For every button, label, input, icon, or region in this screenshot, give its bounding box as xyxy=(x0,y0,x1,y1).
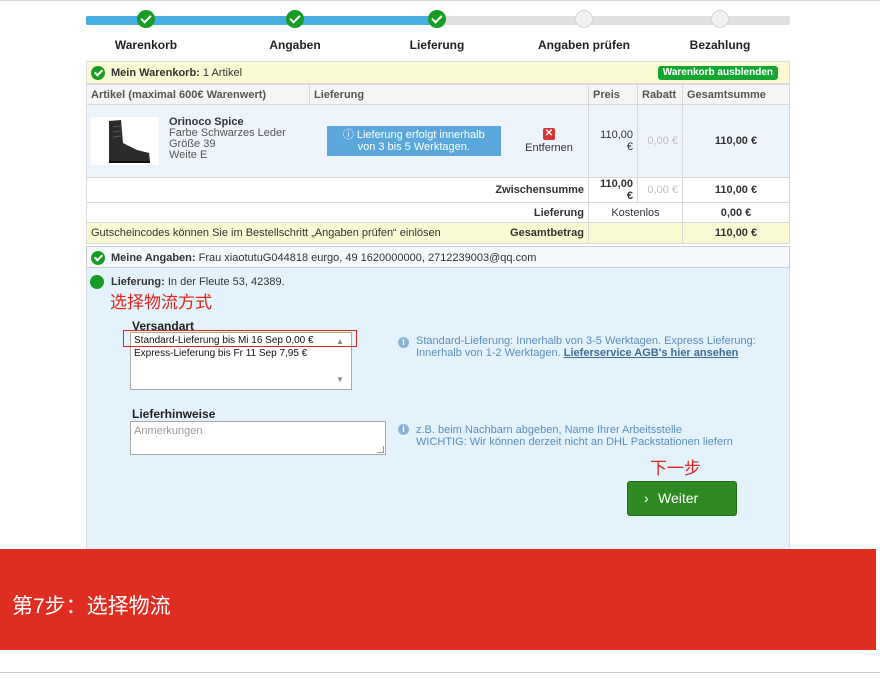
my-data-value: Frau xiaotutuG044818 eurgo, 49 162000000… xyxy=(198,252,537,264)
voucher-note: Gutscheincodes können Sie im Bestellschr… xyxy=(91,227,441,239)
delivery-cell: ⓘ Lieferung erfolgt innerhalb von 3 bis … xyxy=(309,104,589,178)
info-icon: i xyxy=(398,337,409,348)
item-price: 110,00 € xyxy=(588,104,638,178)
delivery-notes-hint-1: z.B. beim Nachbarn abgeben, Name Ihrer A… xyxy=(416,424,682,436)
delivery-info-line1: Lieferung erfolgt innerhalb xyxy=(356,129,485,141)
cart-count: 1 Artikel xyxy=(202,67,243,79)
step-banner-text: 第7步：选择物流 xyxy=(12,595,171,618)
delivery-info-line2: von 3 bis 5 Werktagen. xyxy=(357,141,470,153)
col-article: Artikel (maximal 600€ Warenwert) xyxy=(86,84,310,105)
circle-icon xyxy=(575,10,593,28)
delivery-address-value: In der Fleute 53, 42389. xyxy=(167,276,285,288)
col-discount: Rabatt xyxy=(637,84,683,105)
shipping-method-hint: Standard-Lieferung: Innerhalb von 3-5 We… xyxy=(416,335,766,359)
grand-total-label: Gesamtbetrag xyxy=(510,227,584,239)
shipping-value: Kostenlos xyxy=(588,202,683,223)
check-icon xyxy=(91,251,105,265)
step-label: Warenkorb xyxy=(114,38,178,52)
my-data-header: Meine Angaben: Frau xiaotutuG044818 eurg… xyxy=(86,246,790,268)
step-label: Angaben prüfen xyxy=(538,38,630,52)
delivery-address: Lieferung: In der Fleute 53, 42389. xyxy=(111,276,285,288)
progress-track-todo xyxy=(442,16,790,25)
close-icon[interactable]: ✕ xyxy=(543,128,555,140)
annotation-select-shipping: 选择物流方式 xyxy=(110,293,212,312)
circle-icon xyxy=(711,10,729,28)
subtotal-total: 110,00 € xyxy=(682,177,790,203)
subtotal-discount: 0,00 € xyxy=(637,177,683,203)
subtotal-price: 110,00 € xyxy=(588,177,638,203)
check-icon xyxy=(286,10,304,28)
annotation-next-step: 下一步 xyxy=(650,459,701,478)
product-image[interactable] xyxy=(91,117,159,165)
cart-table: Artikel (maximal 600€ Warenwert) Lieferu… xyxy=(86,84,790,244)
shipping-label: Lieferung xyxy=(86,202,589,223)
delivery-notes-hint: z.B. beim Nachbarn abgeben, Name Ihrer A… xyxy=(416,424,766,448)
grand-total-row: Gutscheincodes können Sie im Bestellschr… xyxy=(86,222,790,244)
col-total: Gesamtsumme xyxy=(682,84,790,105)
chevron-right-icon: › xyxy=(644,490,649,506)
table-row: Orinoco Spice Farbe Schwarzes Leder Größ… xyxy=(86,104,790,178)
item-total: 110,00 € xyxy=(682,104,790,178)
shipping-option-express[interactable]: Express-Lieferung bis Fr 11 Sep 7,95 € xyxy=(134,348,307,359)
step-label: Angaben xyxy=(269,38,321,52)
info-icon: ⓘ xyxy=(342,129,354,141)
product-width: Weite E xyxy=(169,149,208,161)
item-discount: 0,00 € xyxy=(637,104,683,178)
subtotal-row: Zwischensumme 110,00 € 0,00 € 110,00 € xyxy=(86,177,790,203)
agb-link[interactable]: Lieferservice AGB's hier ansehen xyxy=(564,347,739,359)
check-icon xyxy=(137,10,155,28)
shipping-total: 0,00 € xyxy=(682,202,790,223)
col-price: Preis xyxy=(588,84,638,105)
grand-total-cell: Gutscheincodes können Sie im Bestellschr… xyxy=(86,222,589,244)
col-delivery: Lieferung xyxy=(309,84,589,105)
delivery-notes-input[interactable]: Anmerkungen xyxy=(130,421,386,455)
hide-cart-button[interactable]: Warenkorb ausblenden xyxy=(657,66,778,80)
active-step-icon xyxy=(90,275,104,289)
checkout-progress: Warenkorb Angaben Lieferung Angaben prüf… xyxy=(86,0,790,56)
my-data-text: Meine Angaben: Frau xiaotutuG044818 eurg… xyxy=(111,252,536,264)
cart-header: Mein Warenkorb: 1 Artikel Warenkorb ausb… xyxy=(86,61,790,84)
weiter-label: Weiter xyxy=(658,490,699,506)
resize-handle-icon[interactable] xyxy=(377,446,384,453)
selection-highlight xyxy=(123,330,357,347)
cart-title: Mein Warenkorb: 1 Artikel xyxy=(111,67,242,79)
weiter-button[interactable]: › Weiter xyxy=(627,481,737,516)
subtotal-label: Zwischensumme xyxy=(86,177,589,203)
scroll-up-icon[interactable]: ▲ xyxy=(336,337,344,346)
remove-button[interactable]: ✕ Entfernen xyxy=(514,128,584,154)
step-banner: 第7步：选择物流 xyxy=(0,549,876,650)
cart-table-header: Artikel (maximal 600€ Warenwert) Lieferu… xyxy=(86,84,790,105)
grand-total-empty xyxy=(588,222,683,244)
delivery-notes-label: Lieferhinweise xyxy=(132,407,216,421)
delivery-info: ⓘ Lieferung erfolgt innerhalb von 3 bis … xyxy=(326,126,501,156)
bottom-divider xyxy=(0,672,880,673)
check-icon xyxy=(428,10,446,28)
remove-label[interactable]: Entfernen xyxy=(525,142,573,154)
delivery-notes-hint-2: WICHTIG: Wir können derzeit nicht an DHL… xyxy=(416,436,733,448)
step-label: Lieferung xyxy=(409,38,465,52)
check-icon xyxy=(91,66,105,80)
step-label: Bezahlung xyxy=(689,38,751,52)
shipping-row: Lieferung Kostenlos 0,00 € xyxy=(86,202,790,223)
info-icon: i xyxy=(398,424,409,435)
scroll-down-icon[interactable]: ▼ xyxy=(336,375,344,384)
delivery-notes-placeholder: Anmerkungen xyxy=(134,425,203,437)
grand-total-value: 110,00 € xyxy=(682,222,790,244)
cart-title-label: Mein Warenkorb: xyxy=(111,67,200,79)
delivery-title: Lieferung: xyxy=(111,276,165,288)
my-data-title: Meine Angaben: xyxy=(111,252,196,264)
article-cell: Orinoco Spice Farbe Schwarzes Leder Größ… xyxy=(86,104,310,178)
